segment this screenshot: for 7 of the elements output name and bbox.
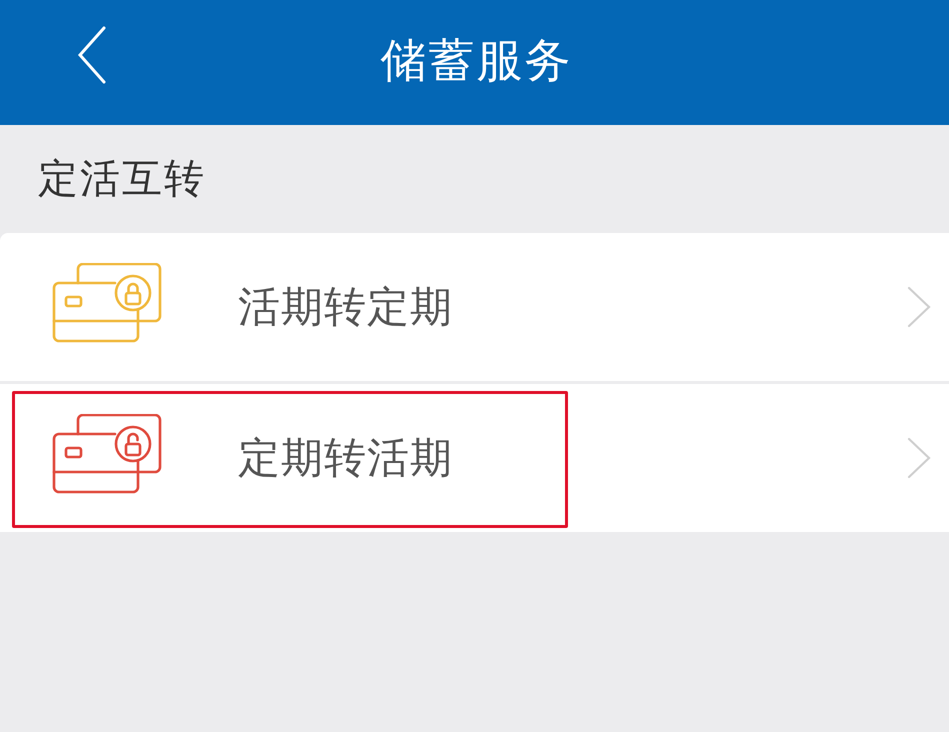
menu-item[interactable]: 活期转定期 — [0, 233, 949, 381]
page-title: 储蓄服务 — [380, 36, 572, 82]
menu-item[interactable]: 定期转活期 — [0, 384, 949, 532]
chevron-right-icon — [907, 286, 931, 328]
back-icon — [77, 26, 107, 84]
chevron-right-icon — [907, 437, 931, 479]
section-title: 定活互转 — [38, 159, 206, 199]
